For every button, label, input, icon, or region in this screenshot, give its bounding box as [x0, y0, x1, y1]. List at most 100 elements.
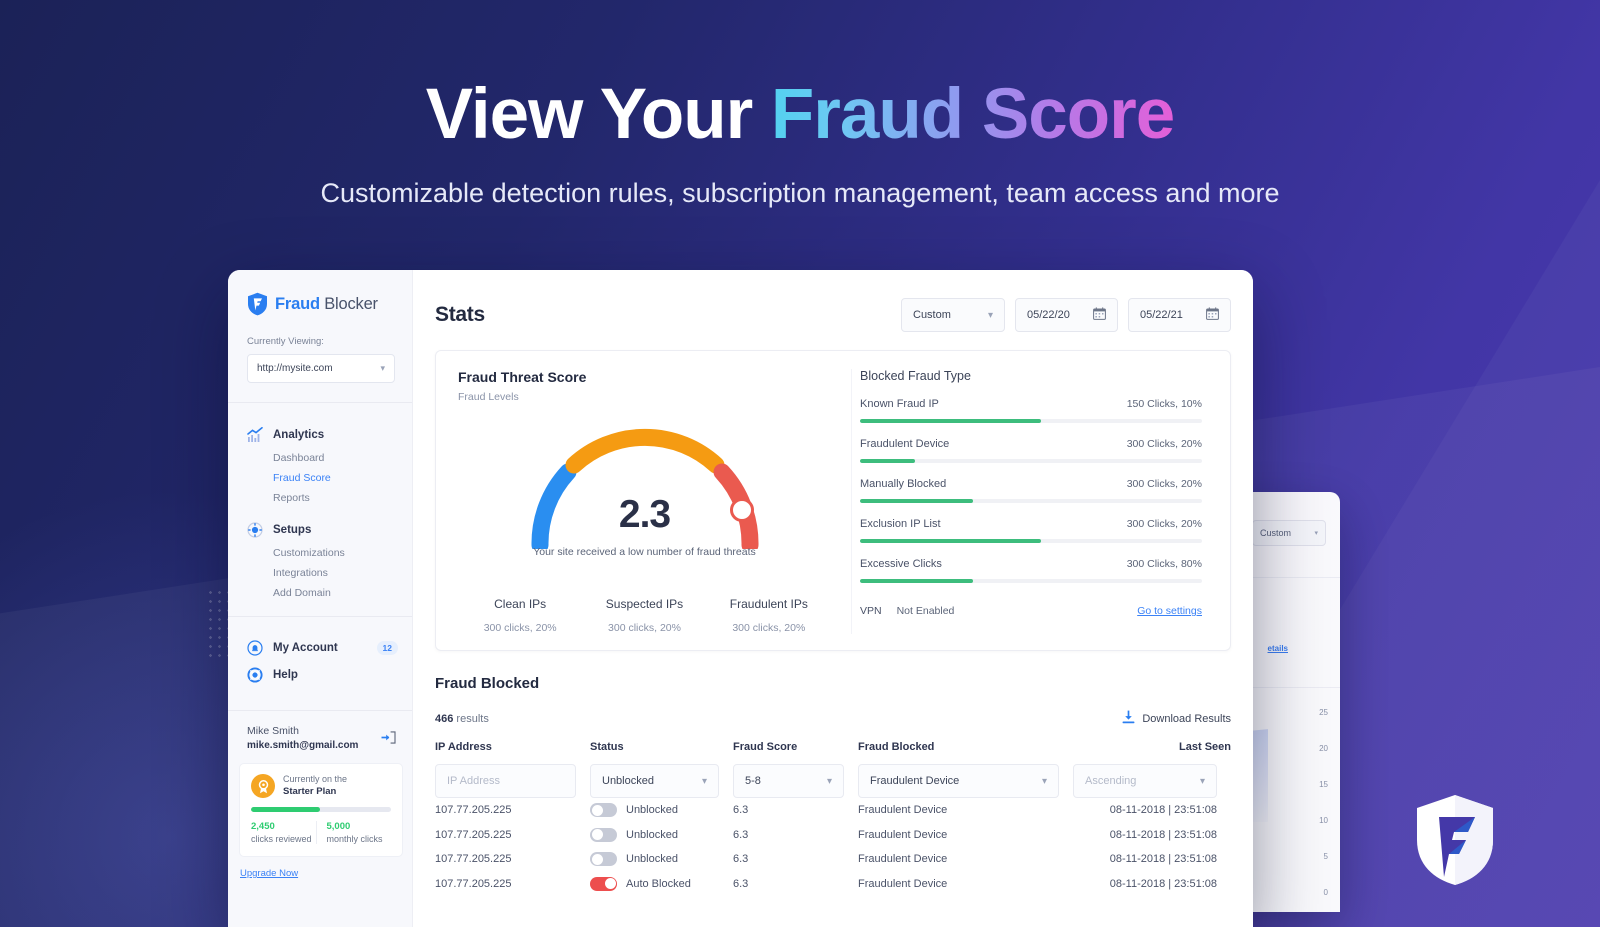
status-label: Unblocked: [626, 853, 678, 866]
ip-stat-label: Clean IPs: [494, 597, 547, 611]
status-toggle[interactable]: [590, 803, 617, 818]
logout-icon[interactable]: [381, 731, 396, 749]
date-range-select[interactable]: Custom ▾: [901, 298, 1005, 332]
table-row[interactable]: 107.77.205.225 Unblocked 6.3 Fraudulent …: [435, 847, 1231, 872]
row-header: Fraudulent Device 300 Clicks, 20%: [860, 438, 1202, 450]
calendar-icon: [1206, 307, 1219, 323]
sidebar-item-my-account[interactable]: My Account 12: [228, 634, 412, 661]
table-row[interactable]: 107.77.205.225 Auto Blocked 6.3 Fraudule…: [435, 872, 1231, 897]
cell-last-seen: 08-11-2018 | 23:51:08: [1109, 804, 1217, 817]
fraud-threat-score-subtitle: Fraud Levels: [458, 391, 519, 403]
column-header-status[interactable]: Status: [590, 741, 733, 764]
user-block: Mike Smith mike.smith@gmail.com: [228, 711, 412, 751]
table-row[interactable]: 107.77.205.225 Unblocked 6.3 Fraudulent …: [435, 798, 1231, 823]
ip-address-filter-input[interactable]: IP Address: [435, 764, 576, 798]
page-title-accent: Fraud Score: [770, 75, 1175, 154]
last-seen-sort-placeholder: Ascending: [1085, 775, 1137, 787]
sidebar-item-help[interactable]: Help: [228, 661, 412, 688]
row-progress-bar: [860, 459, 1202, 463]
gauge-segment-medium: [565, 428, 724, 474]
upgrade-now-link[interactable]: Upgrade Now: [240, 868, 412, 879]
logo-word-1: Fraud: [275, 294, 320, 313]
date-to-value: 05/22/21: [1140, 309, 1183, 321]
plan-stat-number: 5,000: [326, 821, 351, 833]
results-count-text: 466 results: [435, 713, 489, 725]
sidebar-group-analytics[interactable]: Analytics: [228, 422, 412, 448]
sidebar-item-fraud-score[interactable]: Fraud Score: [228, 468, 412, 488]
column-header-fraud-blocked[interactable]: Fraud Blocked: [858, 741, 1073, 764]
status-toggle[interactable]: [590, 852, 617, 867]
row-label: Excessive Clicks: [860, 558, 942, 570]
row-header: Known Fraud IP 150 Clicks, 10%: [860, 398, 1202, 410]
page-title-plain: View Your: [425, 75, 771, 154]
go-to-settings-link[interactable]: Go to settings: [1137, 605, 1202, 617]
download-results-label: Download Results: [1142, 712, 1231, 725]
results-label: results: [456, 712, 489, 725]
row-progress-bar: [860, 499, 1202, 503]
status-toggle[interactable]: [590, 876, 617, 891]
download-icon: [1122, 710, 1135, 727]
gauge-segment-low: [530, 463, 576, 549]
column-header-ip-address[interactable]: IP Address: [435, 741, 590, 764]
cell-ip-address: 107.77.205.225: [435, 877, 512, 890]
cell-ip-address: 107.77.205.225: [435, 804, 512, 817]
app-logo-wordmark: Fraud Blocker: [275, 295, 378, 314]
header-controls: Custom ▾ 05/22/20 05/22/21: [901, 298, 1231, 332]
ip-stat-value: 300 clicks, 20%: [732, 622, 806, 634]
plan-stat-number: 2,450: [251, 821, 275, 833]
sidebar-item-reports[interactable]: Reports: [228, 488, 412, 508]
date-to-input[interactable]: 05/22/21: [1128, 298, 1231, 332]
plan-progress-bar: [251, 807, 391, 813]
sidebar-account-label: My Account: [273, 641, 338, 654]
sidebar-nav: Analytics Dashboard Fraud Score Reports: [228, 403, 412, 927]
sidebar-group-label: Setups: [273, 524, 312, 536]
blocked-fraud-type-row: Manually Blocked 300 Clicks, 20%: [860, 478, 1202, 503]
date-from-input[interactable]: 05/22/20: [1015, 298, 1118, 332]
fraud-gauge: 2.3 Your site received a low number of f…: [458, 417, 831, 579]
status-cell: Unblocked: [590, 827, 733, 842]
column-header-fraud-score[interactable]: Fraud Score: [733, 741, 858, 764]
column-header-last-seen[interactable]: Last Seen: [1073, 741, 1231, 764]
chevron-down-icon: ▾: [1041, 775, 1047, 787]
plan-stat-label: clicks reviewed: [251, 834, 312, 845]
sidebar-item-dashboard[interactable]: Dashboard: [228, 448, 412, 468]
cell-fraud-type: Fraudulent Device: [858, 853, 948, 866]
background-y-axis: 25 20 15 10 5 0: [1319, 708, 1328, 897]
app-logo[interactable]: Fraud Blocker: [228, 270, 412, 316]
stats-card: Fraud Threat Score Fraud Levels 2.3 Your…: [435, 350, 1231, 651]
last-seen-sort-select[interactable]: Ascending ▾: [1073, 764, 1217, 798]
download-results-button[interactable]: Download Results: [1122, 710, 1231, 727]
chevron-down-icon: ▾: [1199, 775, 1205, 787]
ip-breakdown: Clean IPs 300 clicks, 20% Suspected IPs …: [458, 597, 831, 634]
vpn-status-row: VPN Not Enabled Go to settings: [860, 605, 1202, 617]
sidebar-help-label: Help: [273, 668, 298, 681]
sidebar-item-integrations[interactable]: Integrations: [228, 563, 412, 583]
fraud-blocked-filter-select[interactable]: Fraudulent Device ▾: [858, 764, 1059, 798]
status-label: Unblocked: [626, 828, 678, 841]
currently-viewing-block: Currently Viewing: http://mysite.com ▾: [228, 316, 412, 383]
user-name: Mike Smith: [247, 725, 299, 737]
sidebar-group-setups[interactable]: Setups: [228, 517, 412, 543]
status-filter-select[interactable]: Unblocked ▾: [590, 764, 719, 798]
table-row[interactable]: 107.77.205.225 Unblocked 6.3 Fraudulent …: [435, 823, 1231, 848]
sidebar-account-section: My Account 12 Help: [228, 617, 412, 688]
sidebar-item-add-domain[interactable]: Add Domain: [228, 583, 412, 603]
background-range-select[interactable]: Custom ▾: [1252, 520, 1326, 546]
y-tick: 15: [1319, 780, 1328, 789]
shield-f-watermark-icon: [1413, 793, 1497, 892]
cell-fraud-score: 6.3: [733, 828, 749, 841]
date-from-value: 05/22/20: [1027, 309, 1070, 321]
status-toggle[interactable]: [590, 827, 617, 842]
blocked-fraud-type-row: Known Fraud IP 150 Clicks, 10%: [860, 398, 1202, 423]
site-select[interactable]: http://mysite.com ▾: [247, 354, 395, 383]
fraud-score-filter-select[interactable]: 5-8 ▾: [733, 764, 844, 798]
gauge-needle-marker: [729, 498, 754, 522]
plan-stat: 2,450 clicks reviewed: [251, 821, 316, 844]
row-progress-bar: [860, 419, 1202, 423]
blocked-fraud-type-row: Fraudulent Device 300 Clicks, 20%: [860, 438, 1202, 463]
background-details-link[interactable]: etails: [1268, 644, 1288, 653]
cell-ip-address: 107.77.205.225: [435, 853, 512, 866]
sidebar-item-customizations[interactable]: Customizations: [228, 543, 412, 563]
fraud-blocked-subheader: 466 results Download Results: [435, 710, 1231, 727]
